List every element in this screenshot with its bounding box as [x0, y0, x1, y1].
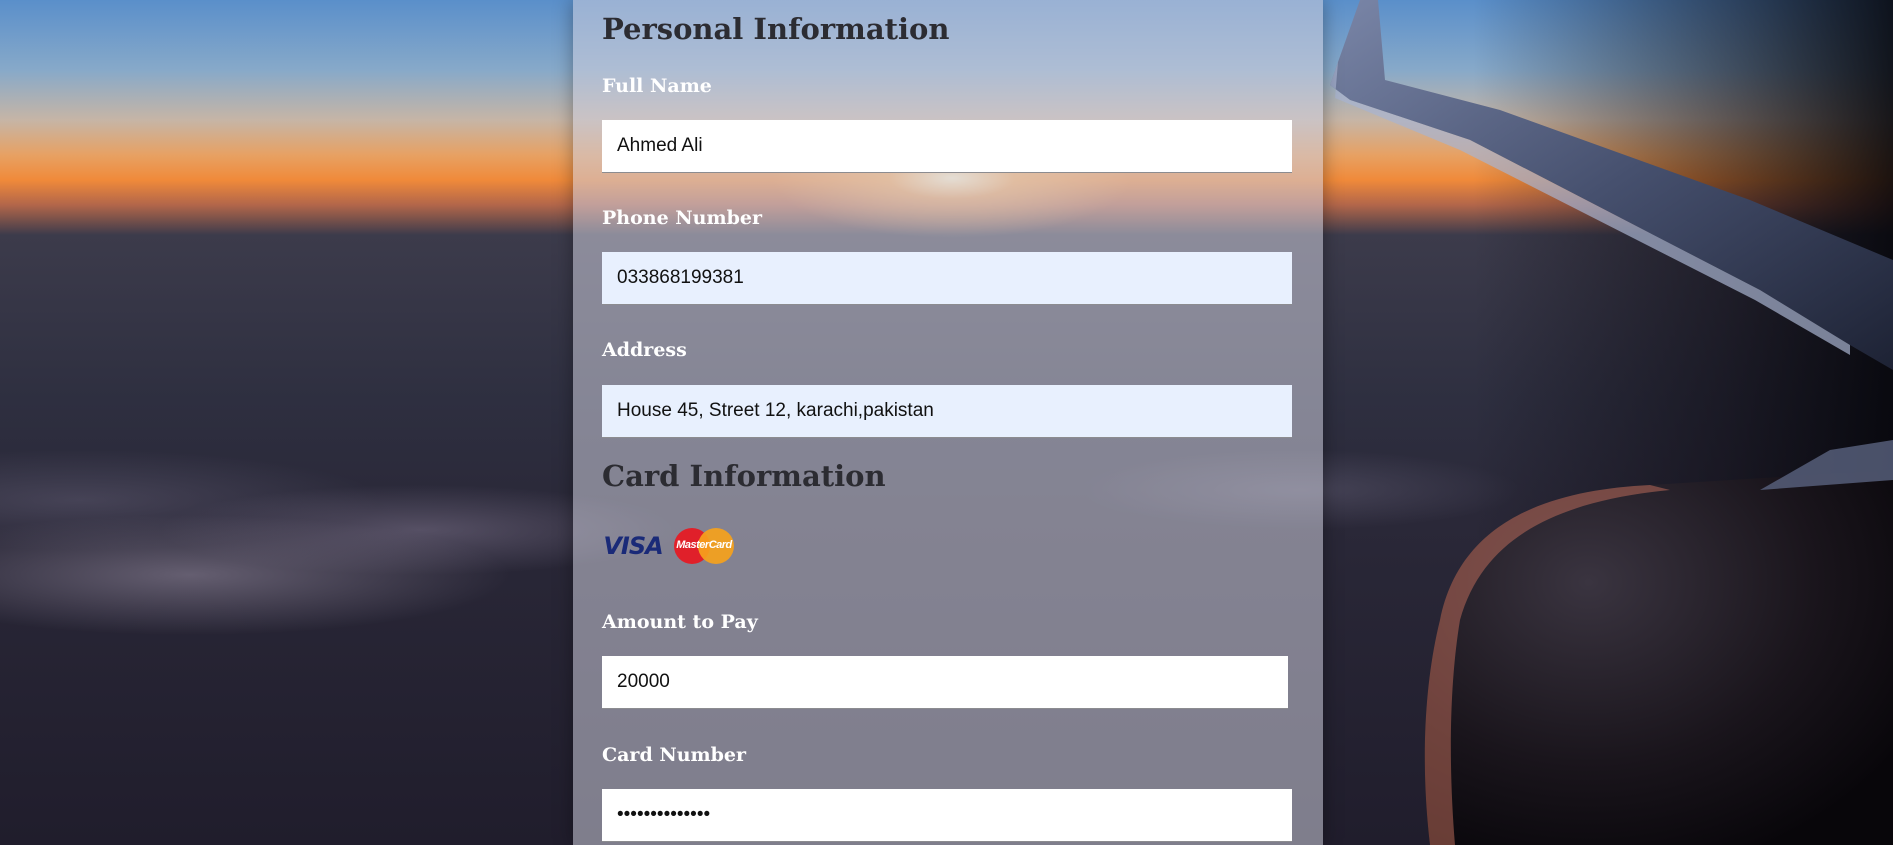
card-number-input[interactable] [602, 789, 1292, 842]
phone-number-label: Phone Number [602, 207, 762, 229]
visa-logo-icon: VISA [602, 528, 664, 564]
full-name-label: Full Name [602, 75, 712, 97]
personal-information-heading: Personal Information [602, 12, 950, 46]
phone-number-input[interactable] [602, 252, 1292, 305]
card-information-heading: Card Information [602, 459, 886, 493]
accepted-cards: VISA MasterCard [602, 528, 734, 564]
amount-to-pay-label: Amount to Pay [602, 611, 758, 633]
mastercard-logo-icon: MasterCard [674, 528, 734, 564]
card-number-label: Card Number [602, 744, 747, 766]
amount-to-pay-input[interactable] [602, 656, 1288, 709]
mastercard-logo-text: MasterCard [676, 539, 732, 551]
payment-form-panel: Personal Information Full Name Phone Num… [573, 0, 1323, 845]
full-name-input[interactable] [602, 120, 1292, 173]
address-input[interactable] [602, 385, 1292, 438]
visa-logo-text: VISA [603, 532, 663, 560]
airplane-wing-image [1330, 0, 1893, 845]
address-label: Address [602, 339, 687, 361]
